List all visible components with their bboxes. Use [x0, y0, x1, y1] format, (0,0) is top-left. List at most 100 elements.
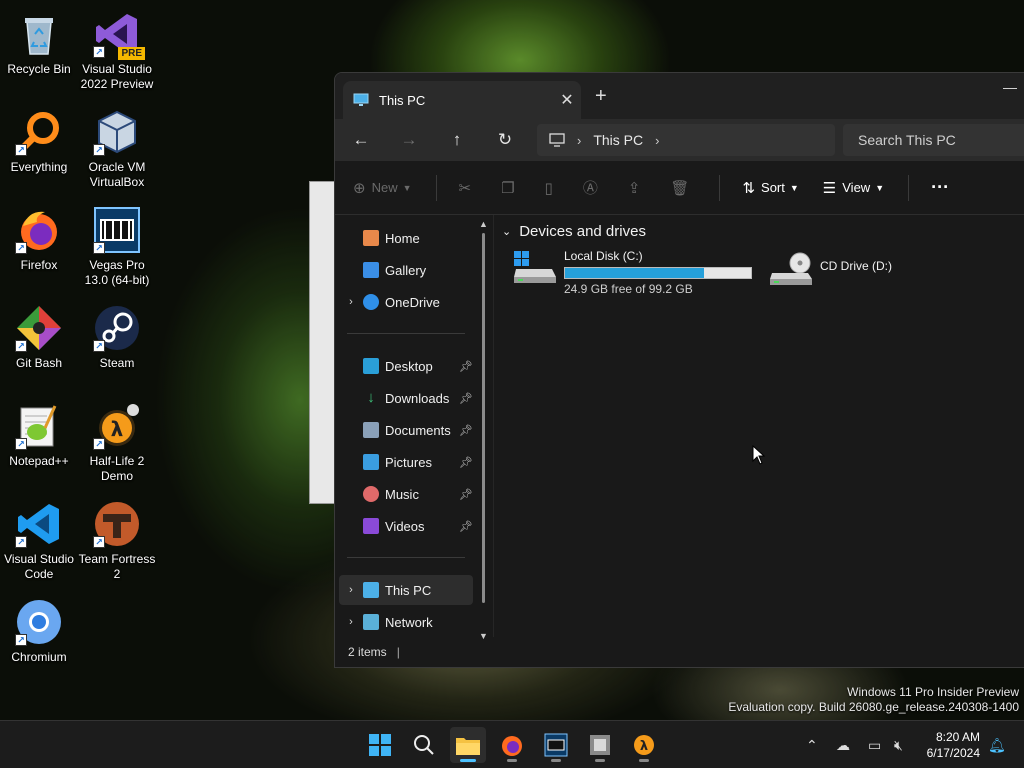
more-options-icon[interactable]: ···: [931, 177, 949, 198]
show-hidden-icons[interactable]: ⌃: [806, 721, 818, 768]
cut-button[interactable]: ✂: [459, 179, 478, 197]
capacity-bar-fill: [565, 268, 705, 278]
taskbar-firefox[interactable]: [494, 727, 530, 763]
sidebar-item-network[interactable]: › Network: [339, 607, 473, 637]
delete-button[interactable]: 🗑︎: [670, 179, 695, 197]
desktop-icon-vegas-pro[interactable]: ↗ Vegas Pro 13.0 (64-bit): [78, 200, 156, 290]
taskbar-app-game[interactable]: [582, 727, 618, 763]
explorer-body: Home Gallery › OneDrive Desktop 📌︎ ↓ Dow…: [335, 215, 1024, 667]
desktop-icon-everything[interactable]: ↗ Everything: [0, 102, 78, 192]
desktop-icon-recycle-bin[interactable]: Recycle Bin: [0, 4, 78, 94]
sidebar-item-videos[interactable]: Videos 📌︎: [339, 511, 473, 541]
volume-muted-icon[interactable]: 🔇︎: [894, 721, 903, 768]
desktop-icon-notepad-plus-plus[interactable]: ↗ Notepad++: [0, 396, 78, 486]
pin-icon[interactable]: 📌︎: [459, 488, 473, 501]
sidebar-item-documents[interactable]: Documents 📌︎: [339, 415, 473, 445]
capacity-bar: [564, 267, 752, 279]
desktop-icon-visual-studio[interactable]: PRE ↗ Visual Studio 2022 Preview: [78, 4, 156, 94]
desktop-icon-half-life-2[interactable]: λ ↗ Half-Life 2 Demo: [78, 396, 156, 486]
chevron-right-icon[interactable]: ›: [339, 296, 363, 308]
desktop-icon-vscode[interactable]: ↗ Visual Studio Code: [0, 494, 78, 584]
videos-icon: [363, 518, 379, 534]
desktop-icon-steam[interactable]: ↗ Steam: [78, 298, 156, 388]
sidebar-item-this-pc[interactable]: › This PC: [339, 575, 473, 605]
refresh-icon[interactable]: ↻: [481, 130, 529, 150]
new-button[interactable]: ⊕ New ▼: [353, 179, 412, 197]
address-bar[interactable]: › This PC ›: [537, 124, 835, 156]
network-offline-icon[interactable]: ☁︎: [836, 721, 850, 768]
copy-button[interactable]: ❐: [501, 179, 520, 197]
sidebar-item-onedrive[interactable]: › OneDrive: [339, 287, 473, 317]
search-input[interactable]: Search This PC: [843, 124, 1024, 156]
drive-name: CD Drive (D:): [820, 259, 892, 273]
tab-this-pc[interactable]: This PC ✕: [343, 81, 581, 119]
navigation-pane: Home Gallery › OneDrive Desktop 📌︎ ↓ Dow…: [335, 215, 493, 641]
sidebar-item-desktop[interactable]: Desktop 📌︎: [339, 351, 473, 381]
back-arrow-icon[interactable]: ←: [337, 130, 385, 150]
breadcrumb-chevron-icon[interactable]: ›: [655, 133, 659, 148]
pin-icon[interactable]: 📌︎: [459, 456, 473, 469]
music-icon: [363, 486, 379, 502]
desktop-icon-virtualbox[interactable]: ↗ Oracle VM VirtualBox: [78, 102, 156, 192]
notepad-plus-plus-icon: ↗: [15, 402, 63, 450]
share-button[interactable]: ⇪: [628, 179, 647, 197]
group-header[interactable]: ⌄ Devices and drives: [502, 223, 646, 240]
drive-local-disk-c[interactable]: Local Disk (C:) 24.9 GB free of 99.2 GB: [512, 249, 752, 296]
pin-icon[interactable]: 📌︎: [459, 392, 473, 405]
command-bar: ⊕ New ▼ ✂ ❐ ▯ Ⓐ ⇪ 🗑︎ ⇅ Sort ▼ ☰ View ▼ ·…: [335, 161, 1024, 215]
sidebar-item-downloads[interactable]: ↓ Downloads 📌︎: [339, 383, 473, 413]
scroll-up-icon[interactable]: ▲: [479, 219, 488, 229]
minimize-icon[interactable]: —: [1003, 79, 1017, 95]
sort-icon: ⇅: [742, 179, 756, 197]
display-icon[interactable]: ▭: [868, 721, 881, 768]
pin-icon[interactable]: 📌︎: [459, 520, 473, 533]
documents-icon: [363, 422, 379, 438]
running-indicator: [639, 759, 649, 762]
close-tab-icon[interactable]: ✕: [553, 90, 581, 110]
taskbar-file-explorer[interactable]: [450, 727, 486, 763]
sidebar-scrollbar[interactable]: ▲ ▼: [479, 219, 488, 641]
notification-bell-icon[interactable]: 🔔︎: [988, 721, 1006, 768]
sidebar-item-music[interactable]: Music 📌︎: [339, 479, 473, 509]
desktop-icon-team-fortress-2[interactable]: ↗ Team Fortress 2: [78, 494, 156, 584]
vscode-icon: ↗: [15, 500, 63, 548]
chevron-right-icon[interactable]: ›: [339, 616, 363, 628]
running-indicator: [460, 759, 476, 762]
system-clock[interactable]: 8:20 AM 6/17/2024: [927, 729, 980, 761]
pin-icon[interactable]: 📌︎: [459, 360, 473, 373]
rename-button[interactable]: Ⓐ: [583, 177, 604, 198]
up-arrow-icon[interactable]: ↑: [433, 130, 481, 150]
pin-icon[interactable]: 📌︎: [459, 424, 473, 437]
drive-cd-d[interactable]: CD Drive (D:): [768, 251, 892, 287]
desktop-icon-git-bash[interactable]: ↗ Git Bash: [0, 298, 78, 388]
sidebar-item-gallery[interactable]: Gallery: [339, 255, 473, 285]
taskbar-half-life-2[interactable]: λ: [626, 727, 662, 763]
chevron-down-icon[interactable]: ⌄: [502, 225, 511, 238]
view-button[interactable]: ☰ View ▼: [823, 179, 884, 197]
breadcrumb-chevron-icon[interactable]: ›: [577, 133, 581, 148]
forward-arrow-icon[interactable]: →: [385, 130, 433, 150]
sidebar-item-home[interactable]: Home: [339, 223, 473, 253]
search-button[interactable]: [406, 727, 442, 763]
desktop-folder-icon: [363, 358, 379, 374]
sidebar-item-pictures[interactable]: Pictures 📌︎: [339, 447, 473, 477]
rename-icon: Ⓐ: [582, 180, 598, 197]
taskbar-vegas-pro[interactable]: [538, 727, 574, 763]
desktop-icon-chromium[interactable]: ↗ Chromium: [0, 592, 78, 682]
desktop-icon-firefox[interactable]: ↗ Firefox: [0, 200, 78, 290]
paste-icon: ▯: [544, 179, 553, 197]
scroll-thumb[interactable]: [482, 233, 485, 603]
breadcrumb-this-pc[interactable]: This PC: [593, 132, 643, 148]
item-count: 2 items: [348, 645, 387, 659]
svg-text:λ: λ: [111, 417, 124, 441]
game-app-icon: [590, 735, 610, 755]
start-button[interactable]: [362, 727, 398, 763]
paste-button[interactable]: ▯: [545, 179, 559, 197]
new-tab-icon[interactable]: +: [595, 85, 607, 108]
cd-drive-icon: [768, 251, 814, 287]
gallery-icon: [363, 262, 379, 278]
shortcut-arrow-icon: ↗: [93, 438, 105, 450]
sort-button[interactable]: ⇅ Sort ▼: [742, 179, 798, 197]
pictures-icon: [363, 454, 379, 470]
chevron-right-icon[interactable]: ›: [339, 584, 363, 596]
